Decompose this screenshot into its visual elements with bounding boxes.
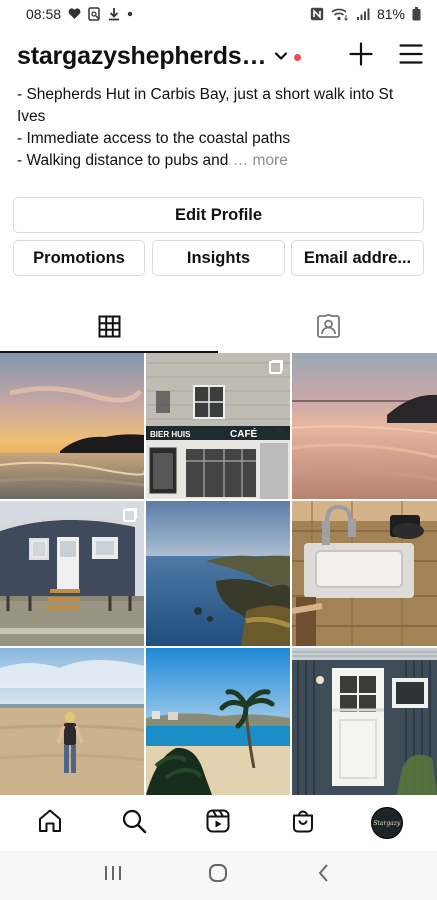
post-hut-door[interactable]: [292, 648, 437, 795]
nav-home[interactable]: [20, 798, 80, 848]
search-icon: [121, 808, 147, 839]
post-pink-sunset-sea[interactable]: [292, 353, 437, 499]
status-bar: 08:58 81%: [0, 0, 437, 28]
reels-icon: [205, 808, 231, 839]
bio-ellipsis: …: [232, 152, 249, 169]
nav-reels[interactable]: [188, 798, 248, 848]
nfc-icon: [310, 7, 324, 21]
post-sink-interior[interactable]: [292, 501, 437, 646]
bio-line: - Immediate access to the coastal paths: [17, 130, 291, 147]
status-right: 81%: [310, 6, 421, 22]
multiple-photos-icon: [123, 509, 136, 522]
bottom-navigation: Stargazy: [0, 795, 437, 851]
edit-profile-button[interactable]: Edit Profile: [13, 197, 424, 233]
signal-icon: [356, 8, 370, 21]
back-icon: [317, 863, 331, 888]
home-circle-icon: [208, 863, 228, 888]
post-coastal-cliffs[interactable]: [146, 501, 290, 646]
bio-line-truncated: - Walking distance to pubs and … more: [17, 150, 422, 172]
sign-bier-huis: BIER HUIS: [150, 430, 191, 439]
battery-percent: 81%: [376, 6, 405, 22]
status-left: 08:58: [26, 6, 133, 22]
post-shepherds-hut[interactable]: [0, 501, 144, 646]
email-address-button[interactable]: Email addre...: [291, 240, 424, 276]
profile-tabs: [0, 305, 437, 353]
posts-grid: BIER HUIS CAFÉ Be: [0, 353, 437, 795]
shop-icon: [290, 808, 316, 839]
recent-apps-button[interactable]: [88, 856, 138, 896]
download-icon: [108, 7, 120, 21]
screenshot-icon: [88, 7, 101, 21]
profile-avatar: Stargazy: [370, 807, 403, 839]
header-actions: [349, 41, 423, 71]
tab-tagged[interactable]: [219, 305, 437, 352]
nav-profile[interactable]: Stargazy: [357, 798, 417, 848]
account-username[interactable]: stargazyshepherds…: [17, 42, 266, 71]
menu-icon[interactable]: [399, 43, 423, 70]
post-woman-on-beach[interactable]: [0, 648, 144, 795]
plus-icon[interactable]: [349, 41, 373, 71]
bio-more-link[interactable]: more: [253, 152, 288, 169]
clock: 08:58: [26, 6, 62, 22]
wifi-icon: [331, 7, 349, 21]
bio-line: - Shepherds Hut in Carbis Bay, just a sh…: [17, 86, 394, 125]
tab-grid[interactable]: [0, 305, 218, 352]
chevron-down-icon[interactable]: [274, 51, 288, 61]
tagged-user-icon: [316, 313, 341, 344]
heart-icon: [68, 8, 81, 20]
nav-search[interactable]: [104, 798, 164, 848]
notification-dot: [294, 53, 302, 61]
insights-button[interactable]: Insights: [152, 240, 285, 276]
recent-apps-icon: [103, 864, 123, 887]
back-button[interactable]: [299, 856, 349, 896]
post-palm-tree-beach[interactable]: [146, 648, 290, 795]
home-icon: [37, 808, 63, 839]
multiple-photos-icon: [269, 361, 282, 374]
grid-icon: [98, 315, 121, 343]
profile-bio: - Shepherds Hut in Carbis Bay, just a sh…: [17, 84, 422, 172]
nav-shop[interactable]: [273, 798, 333, 848]
dot-icon: [127, 11, 133, 17]
avatar-logo-text: Stargazy: [373, 819, 401, 827]
bio-text: - Walking distance to pubs and: [17, 152, 229, 169]
post-sunset-beach[interactable]: [0, 353, 144, 499]
profile-header: stargazyshepherds…: [0, 32, 437, 80]
system-navigation-bar: [0, 851, 437, 900]
post-bier-huis-cafe[interactable]: BIER HUIS CAFÉ Be: [146, 353, 290, 499]
home-button[interactable]: [193, 856, 243, 896]
sign-cafe: CAFÉ: [230, 427, 258, 440]
sign-be: Be: [276, 428, 285, 435]
promotions-button[interactable]: Promotions: [13, 240, 145, 276]
battery-icon: [412, 7, 421, 21]
